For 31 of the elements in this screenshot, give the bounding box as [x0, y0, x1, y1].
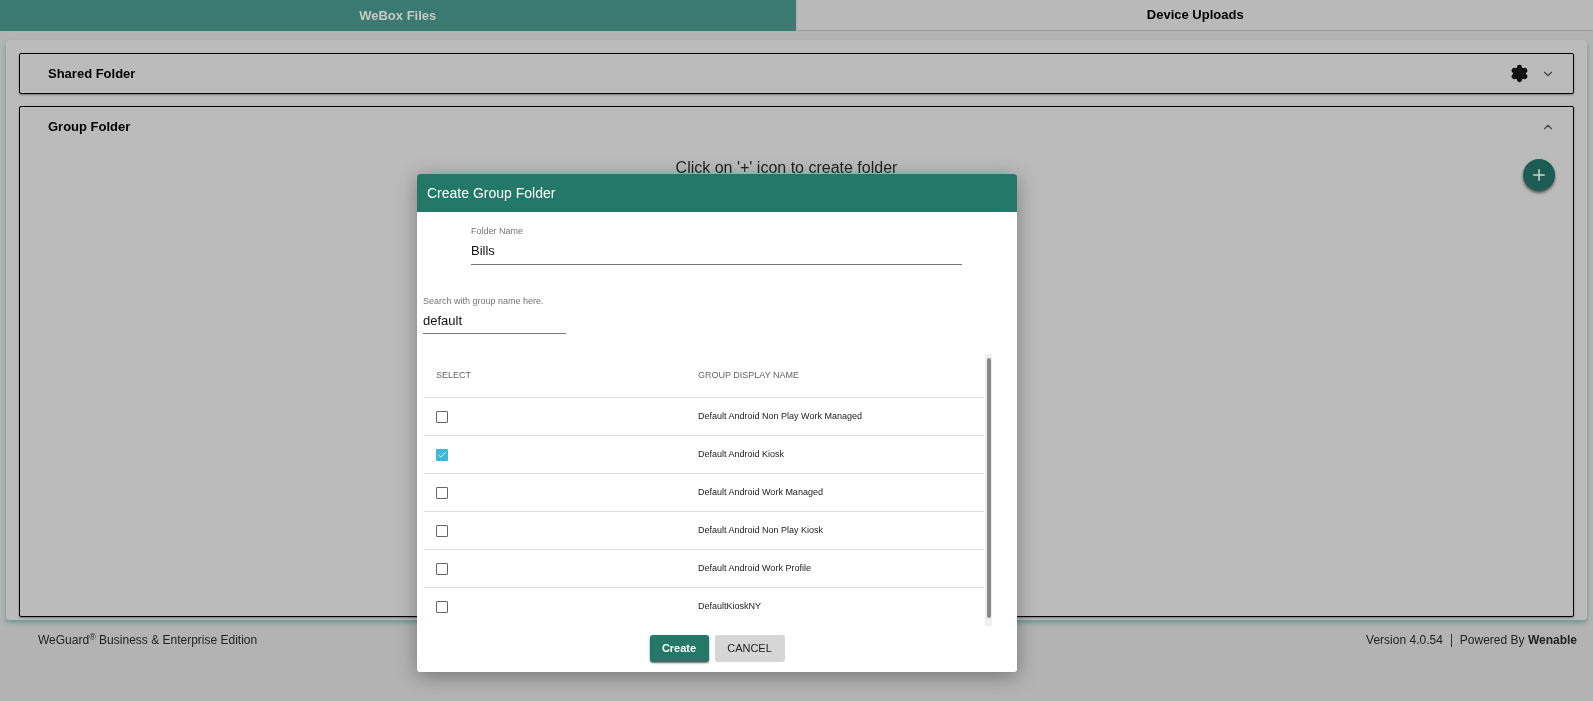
plus-icon — [1530, 166, 1548, 184]
column-header: GROUP DISPLAY NAME — [698, 368, 800, 382]
row-checkbox[interactable] — [436, 486, 448, 499]
scrollbar-thumb[interactable] — [986, 358, 991, 618]
group-name-cell-text: Default Android Kiosk — [698, 447, 785, 461]
group-name-cell-text: Default Android Work Profile — [698, 561, 811, 575]
column-header: SELECT — [436, 368, 472, 382]
panel-title[interactable]: Shared Folder — [48, 63, 136, 84]
version-text: Version 4.0.54 — [1366, 632, 1443, 649]
cancel-button[interactable]: CANCEL — [714, 635, 785, 662]
group-name-cell-text: Default Android Non Play Kiosk — [698, 523, 824, 537]
group-name-cell-text: Default Android Non Play Work Managed — [698, 409, 862, 423]
group-name-cell-text: Default Android Work Managed — [698, 485, 823, 499]
tab[interactable]: Device Uploads — [797, 0, 1593, 31]
add-button[interactable] — [1523, 159, 1555, 191]
check-icon — [437, 449, 447, 460]
group-search-field[interactable]: Search with group name here. default — [423, 295, 566, 334]
row-checkbox[interactable] — [436, 601, 448, 613]
row-checkbox[interactable] — [436, 410, 448, 423]
powered-by-text: Powered By Wenable — [1459, 632, 1577, 649]
group-name-cell: DefaultKioskNY — [698, 600, 762, 614]
edition-text: WeGuard$^{®}$ Business & Enterprise Edition — [38, 631, 258, 649]
empty-message: Click on '+' icon to create folder — [675, 159, 898, 177]
row-checkbox[interactable] — [436, 524, 448, 537]
panel-title[interactable]: Group Folder — [48, 116, 131, 137]
row-checkbox[interactable] — [436, 562, 448, 575]
create-button[interactable]: Create — [649, 635, 709, 662]
settings-icon[interactable] — [1510, 64, 1529, 83]
dialog-title: Create Group Folder — [427, 183, 556, 203]
folder-name-field[interactable]: Folder Name Bills — [471, 225, 962, 265]
row-checkbox[interactable] — [436, 448, 448, 461]
